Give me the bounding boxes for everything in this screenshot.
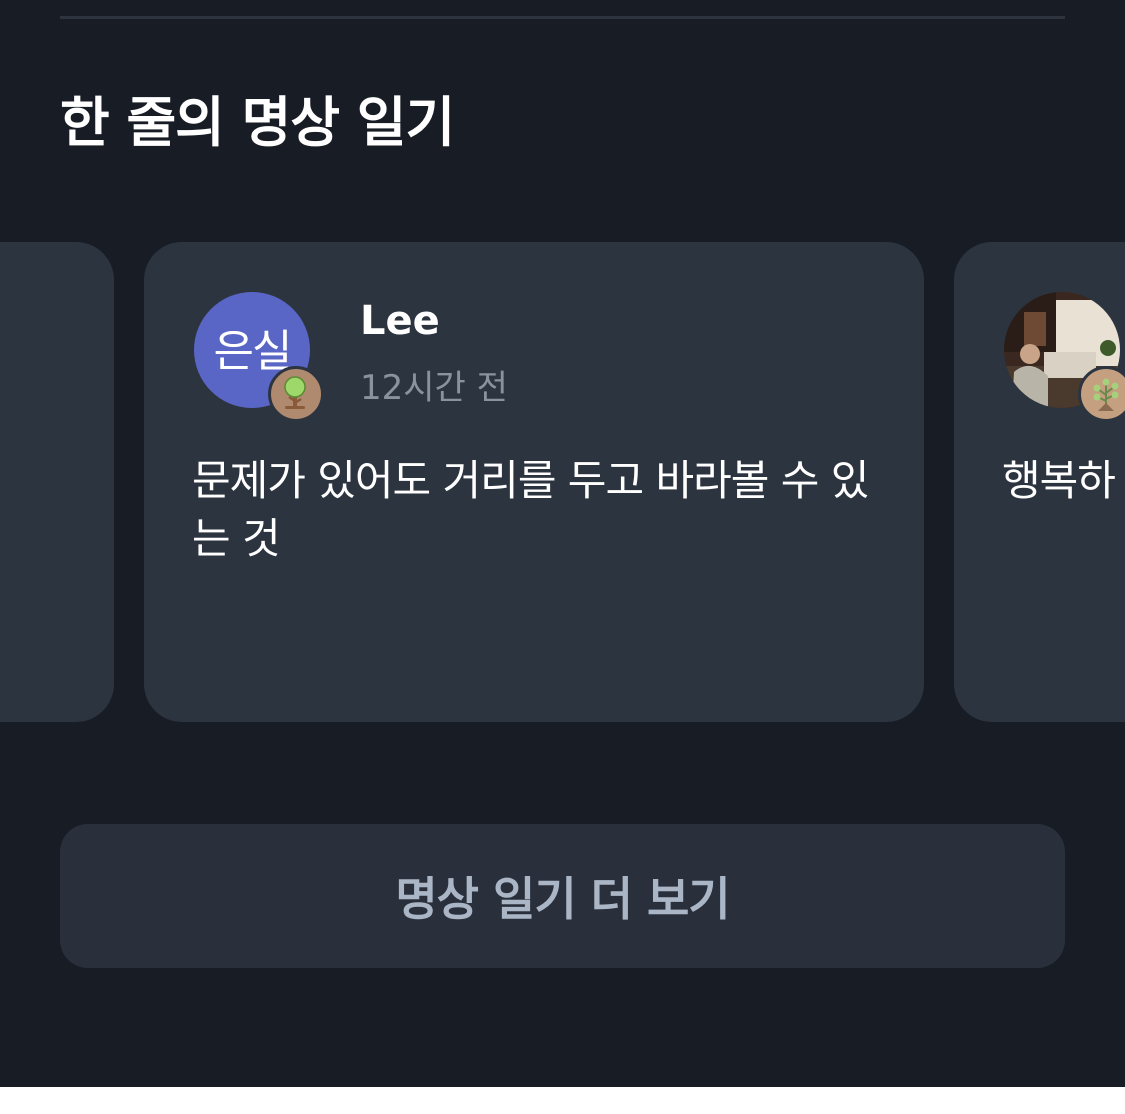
screen: 한 줄의 명상 일기 은실 Lee 12시간 전 문제가 있어도 거리를 두고 … (0, 0, 1125, 1087)
post-time: 12시간 전 (360, 368, 508, 408)
diary-card[interactable]: 은실 Lee 12시간 전 문제가 있어도 거리를 두고 바라볼 수 있는 것 (144, 242, 924, 722)
diary-card-previous[interactable] (0, 242, 114, 722)
more-diaries-button[interactable]: 명상 일기 더 보기 (60, 824, 1065, 968)
tree-badge-icon (1078, 366, 1125, 422)
tree-icon (1093, 378, 1119, 411)
section-title: 한 줄의 명상 일기 (60, 91, 455, 154)
tree-badge-icon (268, 366, 324, 422)
diary-text: 문제가 있어도 거리를 두고 바라볼 수 있는 것 (192, 456, 869, 563)
diary-card-next[interactable]: 행복하 (954, 242, 1125, 722)
diary-text: 행복하 (1002, 456, 1116, 505)
tree-icon (284, 376, 306, 409)
user-name: Lee (360, 298, 440, 344)
divider (60, 16, 1065, 19)
